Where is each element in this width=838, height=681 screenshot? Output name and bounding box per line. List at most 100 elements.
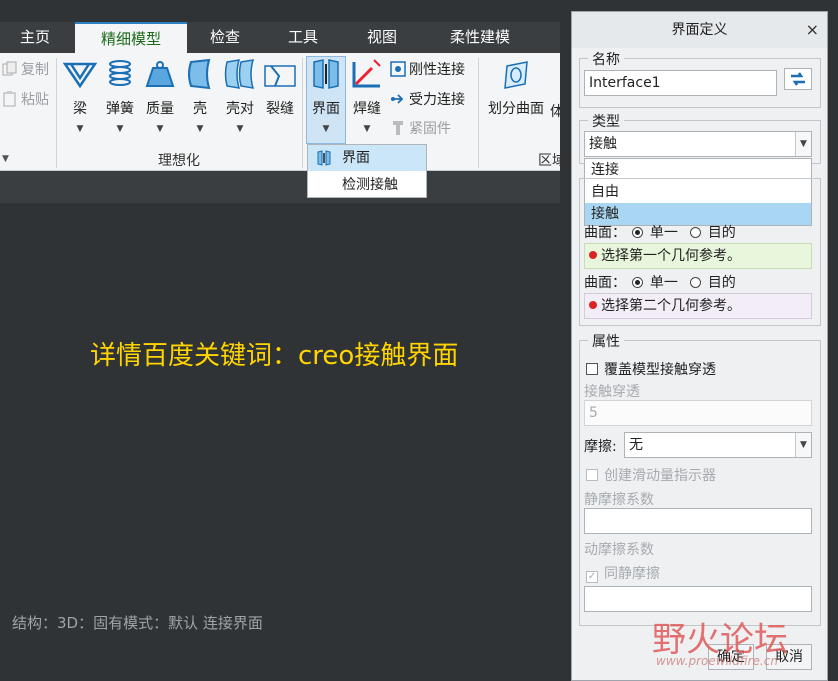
chevron-down-icon[interactable]: ▼	[795, 433, 811, 457]
clipboard-expand-arrow[interactable]: ▼	[2, 148, 9, 170]
first-reference-collector[interactable]: 选择第一个几何参考。	[584, 243, 812, 269]
shell-pair-button[interactable]: 壳对 ▼	[222, 58, 258, 134]
dynamic-friction-input[interactable]	[584, 586, 812, 612]
body-button[interactable]: 体	[550, 101, 560, 121]
beam-dropdown-arrow[interactable]: ▼	[62, 124, 98, 134]
body-label: 体	[550, 104, 560, 120]
force-link-icon	[391, 94, 404, 104]
mass-dropdown-arrow[interactable]: ▼	[142, 124, 178, 134]
interface-definition-dialog: 界面定义 × 名称 Interface1 类型 接触 ▼ 连接 自由 接触 曲面…	[571, 11, 828, 681]
spring-button[interactable]: 弹簧 ▼	[102, 58, 138, 134]
friction-select-value: 无	[629, 437, 643, 453]
split-surface-icon	[504, 61, 528, 89]
surface-1-label: 曲面：	[584, 225, 626, 241]
rigid-link-button[interactable]: 刚性连接	[390, 59, 465, 81]
region-group-label: 区域	[538, 153, 566, 169]
split-surface-label: 划分曲面	[488, 101, 544, 117]
fastener-label: 紧固件	[409, 121, 451, 137]
type-select[interactable]: 接触 ▼	[584, 131, 812, 157]
static-friction-input[interactable]	[584, 508, 812, 534]
rigid-link-icon	[390, 61, 406, 77]
penetration-input[interactable]: 5	[584, 400, 812, 426]
override-penetration-label: 覆盖模型接触穿透	[604, 362, 716, 378]
mass-button[interactable]: 质量 ▼	[142, 58, 178, 134]
tab-refine-model[interactable]: 精细模型	[75, 22, 187, 53]
surface-1-target-label: 目的	[707, 225, 736, 241]
ribbon-tab-bar: 主页 精细模型 检查 工具 视图 柔性建模	[0, 22, 560, 53]
split-surface-button[interactable]: 划分曲面	[484, 58, 548, 118]
shell-pair-dropdown-arrow[interactable]: ▼	[222, 124, 258, 134]
name-input[interactable]: Interface1	[584, 70, 777, 96]
required-dot-icon	[589, 301, 597, 309]
dialog-title: 界面定义	[572, 12, 827, 48]
ribbon-shadow	[0, 171, 560, 203]
spring-dropdown-arrow[interactable]: ▼	[102, 124, 138, 134]
override-penetration-row[interactable]: 覆盖模型接触穿透	[586, 359, 716, 379]
weld-button[interactable]: 焊缝 ▼	[348, 58, 386, 134]
rigid-link-label: 刚性连接	[409, 62, 465, 78]
shell-icon	[188, 58, 211, 90]
interface-icon	[313, 59, 339, 89]
fastener-button[interactable]: 紧固件	[390, 118, 451, 140]
interface-button[interactable]: 界面 ▼	[307, 58, 345, 134]
weld-icon	[352, 59, 381, 88]
interface-label: 界面	[312, 101, 340, 117]
crack-button[interactable]: 裂缝	[262, 58, 298, 118]
beam-button[interactable]: 梁 ▼	[62, 58, 98, 134]
penetration-label: 接触穿透	[584, 384, 640, 400]
slip-indicator-checkbox[interactable]	[586, 469, 598, 481]
shell-dropdown-arrow[interactable]: ▼	[182, 124, 218, 134]
tab-tools[interactable]: 工具	[268, 22, 338, 53]
ribbon-separator	[478, 58, 479, 168]
paste-label: 粘贴	[21, 92, 49, 108]
surface-1-single-label: 单一	[649, 225, 678, 241]
copy-icon	[2, 61, 17, 76]
surface-2-single-radio[interactable]	[632, 277, 644, 288]
watermark-url: www.proewildfire.cn	[656, 654, 778, 668]
tab-flexible-modeling[interactable]: 柔性建模	[430, 22, 530, 53]
force-link-label: 受力连接	[409, 92, 465, 108]
name-reset-button[interactable]	[784, 68, 812, 90]
static-friction-label: 静摩擦系数	[584, 492, 654, 508]
friction-label: 摩擦:	[584, 439, 617, 455]
copy-button[interactable]: 复制	[2, 59, 49, 81]
mass-icon	[145, 61, 175, 87]
swap-arrows-icon	[791, 72, 805, 86]
same-as-static-row[interactable]: ✓ 同静摩擦	[586, 563, 660, 583]
second-reference-collector[interactable]: 选择第二个几何参考。	[584, 293, 812, 319]
tab-view[interactable]: 视图	[346, 22, 418, 53]
force-link-button[interactable]: 受力连接	[390, 89, 465, 111]
same-as-static-checkbox[interactable]: ✓	[586, 571, 598, 583]
required-dot-icon	[589, 251, 597, 259]
menu-item-interface[interactable]: 界面	[308, 145, 426, 171]
override-penetration-checkbox[interactable]	[586, 363, 598, 375]
paste-button[interactable]: 粘贴	[2, 89, 49, 111]
type-select-value: 接触	[589, 136, 617, 152]
tab-home[interactable]: 主页	[0, 22, 70, 53]
surface-1-target-radio[interactable]	[690, 227, 702, 238]
surface-2-target-radio[interactable]	[690, 277, 702, 288]
interface-dropdown-arrow[interactable]: ▼	[307, 124, 345, 134]
ribbon-separator	[302, 58, 303, 168]
friction-select[interactable]: 无 ▼	[624, 432, 812, 458]
crack-label: 裂缝	[266, 101, 294, 117]
fastener-icon	[393, 121, 403, 135]
status-bar: 结构：3D：固有模式：默认 连接界面	[12, 614, 263, 632]
tab-inspect[interactable]: 检查	[190, 22, 260, 53]
properties-section-label: 属性	[588, 331, 624, 351]
surface-1-single-radio[interactable]	[632, 227, 644, 238]
second-reference-text: 选择第二个几何参考。	[601, 298, 741, 314]
first-reference-text: 选择第一个几何参考。	[601, 248, 741, 264]
overlay-caption: 详情百度关键词：creo接触界面	[90, 341, 459, 371]
slip-indicator-row[interactable]: 创建滑动量指示器	[586, 465, 716, 485]
spring-icon	[109, 60, 131, 86]
shell-label: 壳	[193, 101, 207, 117]
weld-dropdown-arrow[interactable]: ▼	[348, 124, 386, 134]
menu-item-detect-contact[interactable]: 检测接触	[308, 172, 426, 198]
surface-1-row: 曲面： 单一 目的	[584, 222, 736, 242]
same-as-static-label: 同静摩擦	[604, 566, 660, 582]
close-icon[interactable]: ×	[806, 12, 819, 48]
chevron-down-icon[interactable]: ▼	[795, 132, 811, 156]
type-section-label: 类型	[588, 111, 624, 131]
shell-button[interactable]: 壳 ▼	[182, 58, 218, 134]
